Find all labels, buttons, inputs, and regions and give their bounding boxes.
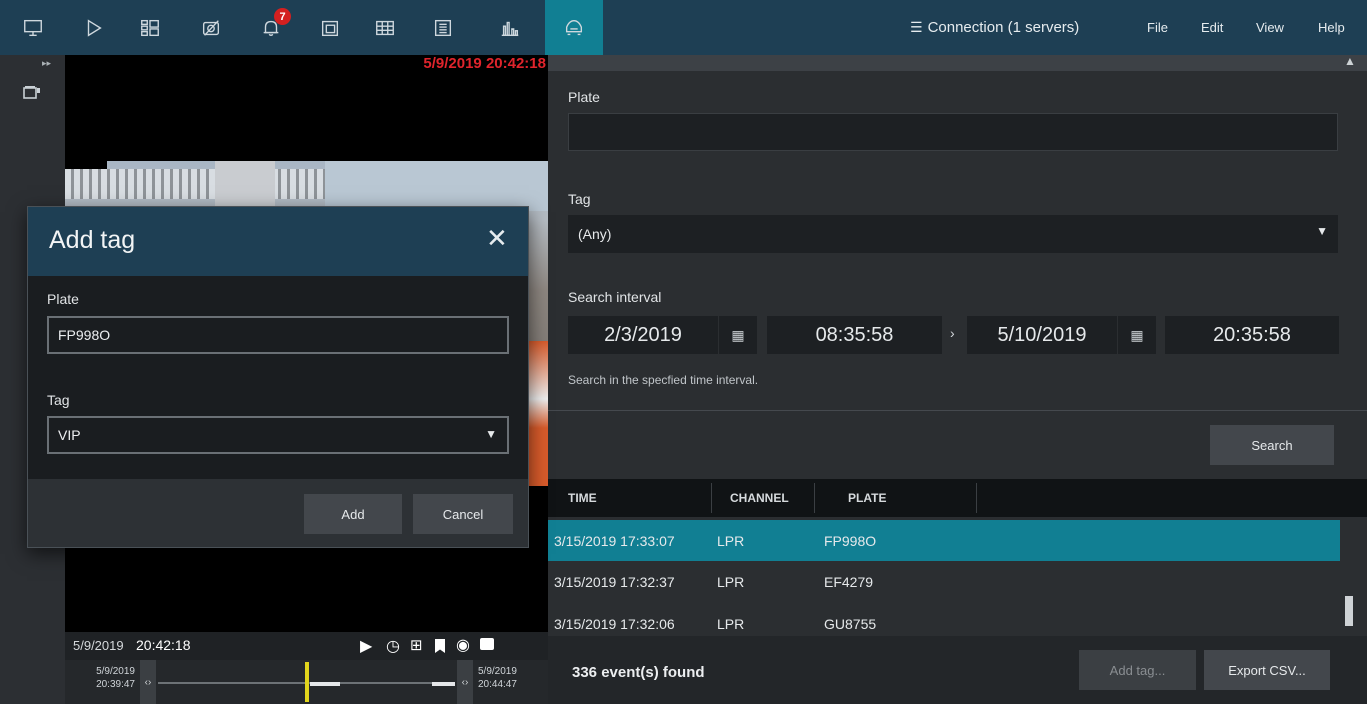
clock-icon[interactable]: ◷ bbox=[386, 636, 400, 656]
row-channel: LPR bbox=[717, 532, 745, 549]
column-channel[interactable]: CHANNEL bbox=[730, 479, 789, 517]
chevron-down-icon: ▼ bbox=[485, 427, 497, 441]
arrow-right-icon: › bbox=[950, 325, 955, 341]
dialog-tag-label: Tag bbox=[47, 392, 70, 408]
row-plate: FP998O bbox=[824, 532, 877, 549]
dialog-title: Add tag bbox=[49, 226, 136, 254]
results-count: 336 event(s) found bbox=[572, 664, 705, 681]
calendar-icon[interactable]: ▦ bbox=[1118, 316, 1156, 354]
connection-label: Connection (1 servers) bbox=[927, 19, 1080, 36]
timeline-scroll-right[interactable]: ‹› bbox=[457, 660, 473, 704]
timeline-start-time: 20:39:47 bbox=[96, 679, 135, 690]
search-button[interactable]: Search bbox=[1210, 425, 1334, 465]
table-row[interactable]: 3/15/2019 17:33:07 LPR FP998O bbox=[548, 520, 1340, 561]
menu-edit[interactable]: Edit bbox=[1201, 0, 1223, 55]
monitor-icon[interactable] bbox=[10, 0, 56, 55]
video-export-icon[interactable] bbox=[480, 638, 494, 650]
timeline-scroll-left[interactable]: ‹› bbox=[140, 660, 156, 704]
close-icon[interactable]: ✕ bbox=[486, 225, 508, 251]
row-plate: EF4279 bbox=[824, 573, 874, 590]
from-date-input[interactable]: 2/3/2019 bbox=[568, 316, 718, 354]
column-time[interactable]: TIME bbox=[568, 479, 597, 517]
tag-select[interactable]: (Any) ▼ bbox=[568, 215, 1338, 253]
row-time: 3/15/2019 17:33:07 bbox=[554, 532, 675, 549]
row-time: 3/15/2019 17:32:37 bbox=[554, 573, 675, 590]
car-icon[interactable] bbox=[545, 0, 603, 55]
results-footer: 336 event(s) found Add tag... Export CSV… bbox=[548, 636, 1367, 704]
camera-view-icon[interactable] bbox=[23, 85, 41, 99]
tag-select-value: (Any) bbox=[578, 226, 612, 242]
interval-hint: Search in the specfied time interval. bbox=[568, 373, 759, 387]
play-icon[interactable] bbox=[71, 0, 117, 55]
stats-icon[interactable] bbox=[487, 0, 533, 55]
player-controls: 5/9/2019 20:42:18 ▶ ◷ ⊞ ◉ bbox=[65, 632, 548, 660]
add-tag-button[interactable]: Add tag... bbox=[1079, 650, 1196, 690]
tag-label: Tag bbox=[568, 191, 591, 207]
dialog-header: Add tag ✕ bbox=[28, 207, 528, 276]
layout-icon[interactable] bbox=[127, 0, 173, 55]
timeline-end-time: 20:44:47 bbox=[478, 679, 517, 690]
results-table-header: TIME CHANNEL PLATE bbox=[548, 479, 1367, 517]
notification-badge: 7 bbox=[274, 8, 291, 25]
player-time: 20:42:18 bbox=[136, 637, 191, 653]
dialog-tag-value: VIP bbox=[58, 427, 81, 443]
add-tag-dialog: Add tag ✕ Plate FP998O Tag VIP ▼ Add Can… bbox=[27, 206, 529, 548]
plate-label: Plate bbox=[568, 89, 600, 105]
export-csv-button[interactable]: Export CSV... bbox=[1204, 650, 1330, 690]
archive-icon[interactable] bbox=[307, 0, 353, 55]
menu-file[interactable]: File bbox=[1147, 0, 1168, 55]
timeline-cursor[interactable] bbox=[305, 662, 309, 702]
to-date-input[interactable]: 5/10/2019 bbox=[967, 316, 1117, 354]
to-time-input[interactable]: 20:35:58 bbox=[1165, 316, 1339, 354]
collapse-icon[interactable]: ▲ bbox=[1344, 54, 1356, 68]
video-timestamp: 5/9/2019 20:42:18 bbox=[423, 55, 546, 72]
dialog-tag-select[interactable]: VIP ▼ bbox=[47, 416, 509, 454]
timeline-end-date: 5/9/2019 bbox=[478, 666, 517, 677]
motion-icon[interactable]: ⊞ bbox=[410, 636, 423, 654]
layers-icon: ☰ bbox=[910, 19, 923, 35]
calendar-icon[interactable]: ▦ bbox=[719, 316, 757, 354]
menu-view[interactable]: View bbox=[1256, 0, 1284, 55]
bell-icon[interactable]: 7 bbox=[248, 0, 294, 55]
table-row[interactable]: 3/15/2019 17:32:37 LPR EF4279 bbox=[548, 561, 1340, 602]
camera-off-icon[interactable] bbox=[188, 0, 234, 55]
player-date: 5/9/2019 bbox=[73, 638, 124, 653]
dialog-plate-label: Plate bbox=[47, 291, 79, 307]
table-scrollbar[interactable] bbox=[1345, 596, 1353, 626]
dialog-plate-input[interactable]: FP998O bbox=[47, 316, 509, 354]
play-button-icon[interactable]: ▶ bbox=[360, 636, 372, 656]
timeline-start-date: 5/9/2019 bbox=[96, 666, 135, 677]
keypad-icon[interactable] bbox=[420, 0, 466, 55]
snapshot-icon[interactable]: ◉ bbox=[456, 635, 470, 655]
connection-menu[interactable]: ☰ Connection (1 servers) bbox=[910, 0, 1079, 55]
grid-icon[interactable] bbox=[362, 0, 408, 55]
chevron-down-icon: ▼ bbox=[1316, 224, 1328, 238]
panel-header-strip bbox=[548, 55, 1367, 71]
menu-help[interactable]: Help bbox=[1318, 0, 1345, 55]
bookmark-icon[interactable] bbox=[435, 639, 445, 653]
plate-input[interactable] bbox=[568, 113, 1338, 151]
from-time-input[interactable]: 08:35:58 bbox=[767, 316, 942, 354]
column-plate[interactable]: PLATE bbox=[848, 479, 886, 517]
add-button[interactable]: Add bbox=[304, 494, 402, 534]
cancel-button[interactable]: Cancel bbox=[413, 494, 513, 534]
row-channel: LPR bbox=[717, 573, 745, 590]
dialog-footer: Add Cancel bbox=[28, 479, 528, 547]
top-toolbar: 7 ☰ Connection (1 servers) File Edit Vie… bbox=[0, 0, 1367, 55]
timeline[interactable]: 5/9/2019 20:39:47 ‹› ‹› 5/9/2019 20:44:4… bbox=[65, 660, 548, 704]
interval-label: Search interval bbox=[568, 289, 662, 305]
expand-icon[interactable]: ▸▸ bbox=[42, 58, 51, 69]
